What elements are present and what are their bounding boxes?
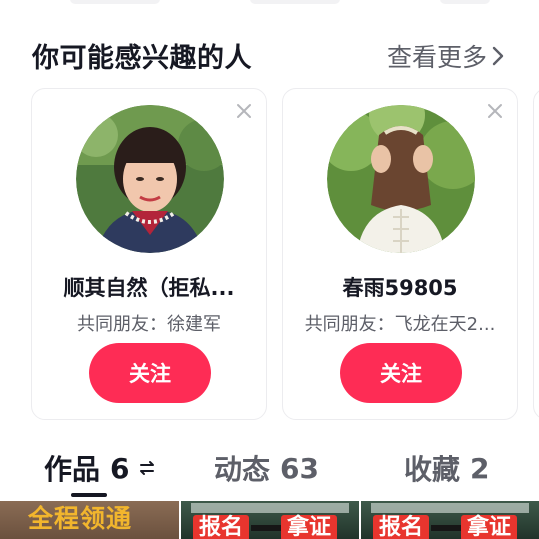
tab-works[interactable]: 作品 6 (44, 448, 156, 488)
tab-label: 作品 (44, 453, 101, 486)
top-strip-segment (440, 0, 490, 4)
tab-favorites[interactable]: 收藏 2 (404, 448, 490, 488)
thumbnail-header-strip (191, 503, 349, 513)
video-thumbnail[interactable]: 报名 拿证 (361, 501, 539, 539)
suggested-user-card[interactable]: 春雨59805 共同朋友：飞龙在天2... 关注 (282, 88, 518, 420)
user-name: 春雨59805 (342, 276, 458, 300)
thumbnail-overlay-text: 全程领通 (28, 504, 133, 533)
avatar[interactable] (327, 105, 475, 253)
tab-label: 收藏 (404, 453, 461, 486)
suggested-user-card-partial[interactable] (533, 88, 539, 420)
close-icon[interactable] (485, 101, 505, 121)
thumbnail-header-strip (371, 503, 529, 513)
thumbnail-badge: 报名 (373, 515, 430, 539)
see-more-link[interactable]: 查看更多 (387, 38, 509, 74)
follow-button[interactable]: 关注 (340, 343, 462, 403)
top-strip (0, 0, 539, 8)
video-thumbnail[interactable]: 全程领通 (0, 501, 179, 539)
thumbnail-badge: 拿证 (461, 515, 518, 539)
suggested-user-card[interactable]: 顺其自然（拒私... 共同朋友：徐建军 关注 (31, 88, 267, 420)
thumbnail-badge: 拿证 (281, 515, 338, 539)
tab-count: 2 (470, 451, 490, 485)
suggested-people-header: 你可能感兴趣的人 查看更多 (0, 34, 539, 74)
active-tab-indicator (71, 493, 107, 497)
thumbnail-badge: 报名 (193, 515, 250, 539)
tab-count: 63 (280, 451, 319, 485)
video-thumbnail[interactable]: 报名 拿证 (181, 501, 359, 539)
see-more-label: 查看更多 (386, 43, 487, 72)
section-title: 你可能感兴趣的人 (32, 43, 252, 74)
top-strip-segment (250, 0, 340, 4)
tab-label: 动态 (214, 453, 271, 486)
follow-button[interactable]: 关注 (89, 343, 211, 403)
thumbnail-divider (431, 525, 461, 531)
user-name: 顺其自然（拒私... (63, 276, 235, 300)
profile-tabs: 作品 6 动态 63 收藏 2 (0, 440, 539, 500)
close-icon[interactable] (234, 101, 254, 121)
video-grid: 全程领通 报名 拿证 报名 拿证 (0, 501, 539, 539)
tab-activity[interactable]: 动态 63 (214, 448, 319, 488)
mutual-friends: 共同朋友：飞龙在天2... (304, 314, 496, 335)
top-strip-segment (70, 0, 160, 4)
swap-icon[interactable] (138, 457, 156, 479)
thumbnail-divider (251, 525, 281, 531)
chevron-right-icon (492, 46, 504, 66)
mutual-friends: 共同朋友：徐建军 (77, 314, 221, 335)
tab-count: 6 (110, 451, 130, 485)
avatar[interactable] (76, 105, 224, 253)
